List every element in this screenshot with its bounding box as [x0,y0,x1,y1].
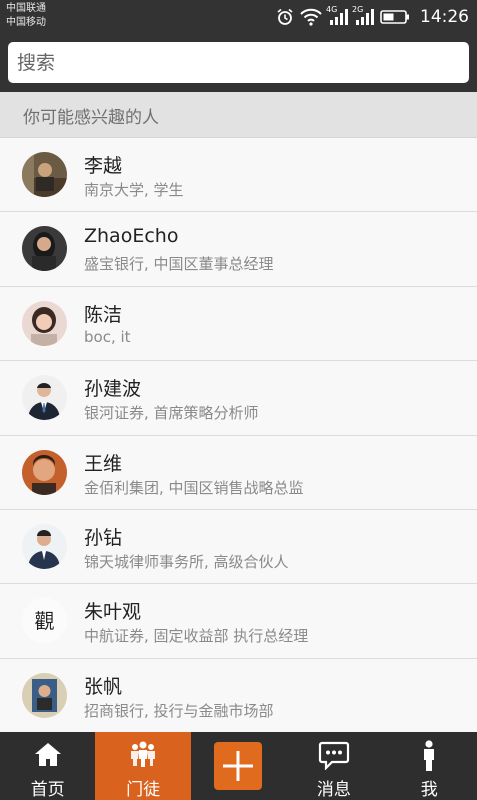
list-item[interactable]: ZhaoEcho 盛宝银行, 中国区董事总经理 [0,212,477,287]
person-name: 孙建波 [84,378,142,401]
section-title: 你可能感兴趣的人 [23,108,159,128]
avatar: 觀 [22,598,67,644]
tab-messages[interactable]: 消息 [286,732,381,800]
chat-icon [318,740,350,774]
list-item[interactable]: 孙建波 银河证券, 首席策略分析师 [0,361,477,436]
people-icon [128,740,158,774]
clock-time: 14:26 [420,7,469,27]
person-desc: 盛宝银行, 中国区董事总经理 [84,255,274,274]
wifi-icon [300,8,322,26]
add-button[interactable] [214,742,263,790]
tab-label: 门徒 [126,780,161,800]
signal-icon: 2G [352,5,374,26]
tab-label: 消息 [316,780,351,800]
person-desc: 招商银行, 投行与金融市场部 [84,701,274,720]
carrier-label-1: 中国联通 [6,3,46,14]
person-name: ZhaoEcho [84,225,179,248]
avatar [22,672,67,718]
list-item[interactable]: 王维 金佰利集团, 中国区销售战略总监 [0,435,477,510]
plus-icon [214,751,262,794]
carrier-label-2: 中国移动 [6,17,46,28]
alarm-icon [276,8,294,26]
tab-add[interactable] [191,732,286,800]
network-type-1: 4G [326,5,338,14]
bottom-tab-bar: 首页 门徒 消息 我 [0,732,477,800]
avatar [22,449,67,495]
tab-label: 首页 [30,780,65,800]
search-input[interactable] [8,42,469,83]
status-bar: 中国联通 中国移动 4G 2G 14:26 [0,0,477,33]
list-item[interactable]: 觀 朱叶观 中航证券, 固定收益部 执行总经理 [0,584,477,659]
person-name: 孙钻 [84,526,123,549]
avatar [22,300,67,346]
signal-icon: 4G [326,5,348,26]
tab-label: 我 [420,780,438,800]
search-header [0,33,477,92]
person-name: 朱叶观 [84,601,142,624]
tab-me[interactable]: 我 [382,732,477,800]
list-item[interactable]: 张帆 招商银行, 投行与金融市场部 [0,658,477,732]
person-desc: 锦天城律师事务所, 高级合伙人 [84,552,289,571]
person-icon [419,740,439,776]
person-name: 陈洁 [84,303,123,326]
avatar-glyph: 觀 [35,609,55,633]
avatar [22,523,67,569]
list-item[interactable]: 陈洁 boc, it [0,286,477,362]
network-type-2: 2G [352,5,364,14]
list-item[interactable]: 孙钻 锦天城律师事务所, 高级合伙人 [0,509,477,585]
person-desc: 中航证券, 固定收益部 执行总经理 [84,627,309,646]
person-desc: 银河证券, 首席策略分析师 [84,404,259,423]
battery-icon [380,9,410,25]
avatar [22,375,67,421]
list-item[interactable]: 李越 南京大学, 学生 [0,138,477,213]
person-desc: 金佰利集团, 中国区销售战略总监 [84,478,304,497]
person-name: 王维 [84,452,123,475]
avatar [22,152,67,197]
tab-home[interactable]: 首页 [0,732,95,800]
avatar [22,226,67,272]
people-list: 李越 南京大学, 学生 ZhaoEcho 盛宝银行, 中国区董事总经理 陈洁 b… [0,138,477,732]
home-icon [33,740,63,774]
person-desc: 南京大学, 学生 [84,181,184,199]
person-name: 李越 [84,155,123,177]
section-header: 你可能感兴趣的人 [0,92,477,138]
person-desc: boc, it [84,327,131,346]
person-name: 张帆 [84,675,123,698]
tab-disciples[interactable]: 门徒 [95,732,191,800]
